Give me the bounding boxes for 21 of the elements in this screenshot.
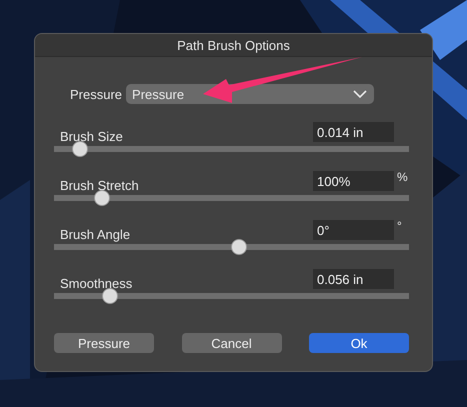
dialog-button[interactable]: Ok [309, 333, 409, 353]
slider-label: Brush Stretch [59, 178, 140, 193]
dialog-button[interactable]: Cancel [182, 333, 282, 353]
chevron-icon [353, 90, 368, 98]
dialog-button[interactable]: Pressure [54, 333, 154, 353]
slider-label: Smoothness [59, 276, 134, 291]
value-field[interactable]: 0.056 in [313, 269, 394, 289]
slider-thumb[interactable] [72, 141, 88, 157]
window-title: Path Brush Options [177, 38, 290, 52]
slider-thumb[interactable] [102, 288, 118, 304]
unit-label: ° [396, 219, 403, 233]
value-field[interactable]: 0° [313, 220, 394, 240]
slider-thumb[interactable] [94, 190, 110, 206]
slider-label: Brush Size [59, 129, 124, 144]
pressure-dropdown[interactable]: Pressure [126, 84, 374, 104]
pressure-label: Pressure [70, 86, 122, 102]
value-field[interactable]: 100% [313, 171, 394, 191]
unit-label: % [396, 170, 409, 184]
value-field[interactable]: 0.014 in [313, 122, 394, 142]
slider-label: Brush Angle [59, 227, 132, 242]
slider-thumb[interactable] [230, 239, 246, 255]
